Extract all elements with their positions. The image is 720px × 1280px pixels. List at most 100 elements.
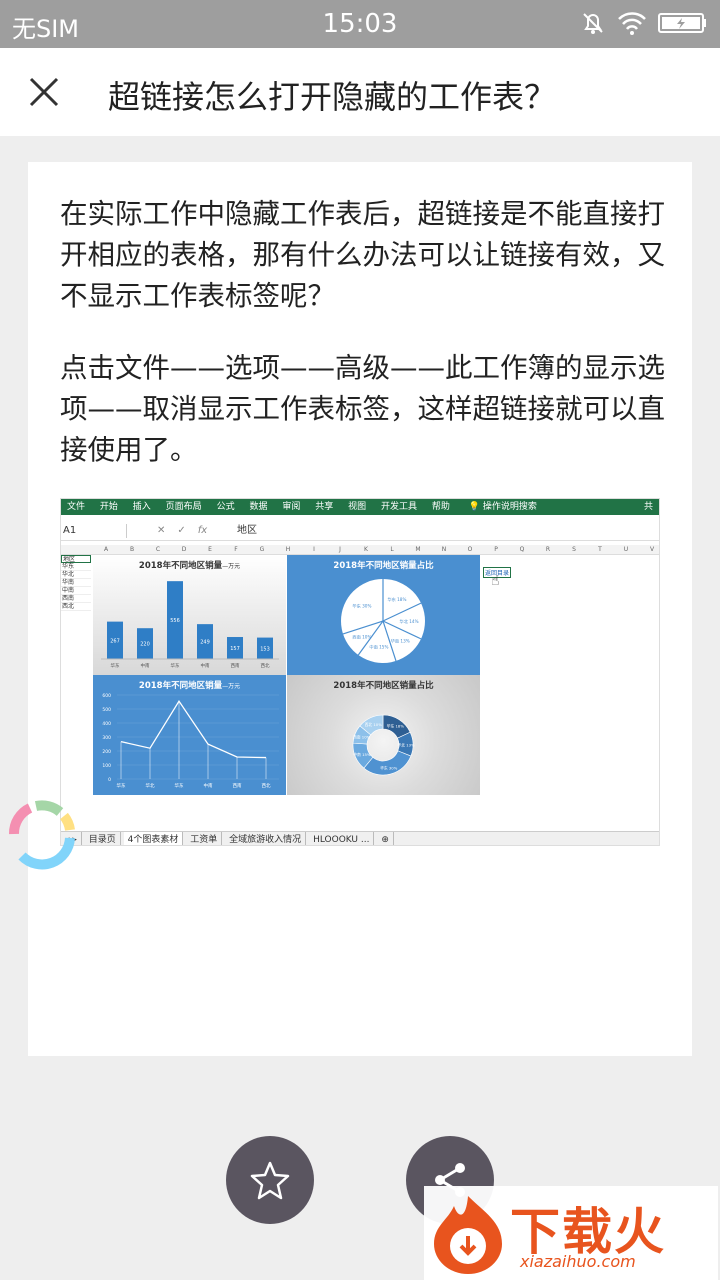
close-button[interactable]	[16, 64, 72, 120]
bar-category-label: 华东	[171, 662, 180, 669]
column-header: S	[572, 546, 576, 553]
column-header: E	[208, 546, 212, 553]
hand-cursor-icon: ☝	[491, 573, 500, 589]
line-category-label: 中南	[204, 782, 213, 789]
bar-category-label: 中南	[201, 662, 210, 669]
sheet-tab[interactable]: 目录页	[85, 832, 121, 845]
row-label: 华北	[61, 571, 91, 579]
mute-icon	[583, 13, 603, 34]
sheet-tab[interactable]: 全域旅游收入情况	[225, 832, 307, 845]
status-icons	[574, 10, 708, 40]
column-header: O	[467, 546, 473, 553]
bar-category-label: 中南	[141, 662, 150, 669]
bar-value-label: 556	[170, 618, 180, 624]
y-tick-label: 300	[102, 735, 111, 741]
bar-value-label: 220	[140, 642, 150, 648]
column-header: B	[129, 546, 135, 553]
sheet-tab[interactable]: HLOOOKU ...	[309, 832, 375, 845]
column-header: A	[103, 546, 109, 553]
column-header: H	[285, 546, 291, 553]
column-header: D	[181, 546, 187, 553]
column-header: M	[415, 546, 421, 553]
ribbon-tab: 视图	[348, 502, 367, 512]
line-category-label: 西南	[233, 782, 242, 789]
sheet-tab-active[interactable]: 4个图表素材	[123, 832, 184, 845]
bar-value-label: 267	[110, 638, 120, 644]
donut-slice-label: 西南 10%	[353, 735, 371, 740]
bar-category-label: 西南	[231, 662, 240, 669]
add-sheet-icon[interactable]: ⊕	[377, 832, 394, 845]
bar-chart-panel: 2018年不同地区销量—万元 267 华东 220 中南 556 华东 249 中南 157 西南…	[93, 555, 286, 675]
column-header: R	[545, 546, 551, 553]
column-header: Q	[519, 546, 525, 553]
y-tick-label: 0	[108, 777, 111, 783]
donut-slice-label: 西北 10%	[365, 722, 383, 727]
line-series	[120, 699, 267, 759]
loader-ring-icon	[9, 800, 75, 870]
row-label: 西北	[61, 603, 91, 611]
column-header: F	[234, 546, 238, 553]
column-header: N	[441, 546, 447, 553]
fx-icon: fx	[197, 525, 208, 536]
pie-slice-label: 华北 14%	[400, 618, 419, 625]
pie-slice-label: 华南 13%	[391, 638, 410, 645]
excel-ribbon: 文件 开始 插入 页面布局 公式 数据 审阅 共享 视图 开发工具 帮助 💡 操…	[61, 499, 659, 515]
ribbon-tab: 公式	[216, 502, 235, 512]
ribbon-tab: 帮助	[431, 502, 450, 512]
donut-slice	[363, 750, 412, 776]
formula-bar: A1 ✕ ✓ fx 地区	[61, 521, 659, 541]
article-card: 在实际工作中隐藏工作表后，超链接是不能直接打开相应的表格，那有什么办法可以让链接…	[28, 162, 692, 1056]
ribbon-tab: 页面布局	[165, 502, 202, 512]
name-box: A1	[61, 524, 127, 538]
app-bar: 超链接怎么打开隐藏的工作表？	[0, 48, 720, 136]
excel-screenshot-image: 文件 开始 插入 页面布局 公式 数据 审阅 共享 视图 开发工具 帮助 💡 操…	[60, 498, 660, 846]
column-header: P	[494, 546, 498, 553]
pie-slice-label: 西南 10%	[352, 633, 371, 640]
floating-loader-widget[interactable]	[0, 790, 84, 874]
row-label: 华南	[61, 579, 91, 587]
ribbon-search-hint: 💡 操作说明搜索	[469, 499, 537, 515]
column-header: J	[339, 546, 341, 553]
y-tick-label: 600	[102, 693, 111, 699]
column-headers: A B C D E F G H I J K L M N O P Q R S T U V	[61, 545, 659, 555]
close-icon	[29, 77, 59, 107]
wifi-icon	[618, 12, 646, 35]
line-category-label: 华北	[146, 782, 155, 789]
ribbon-tab: 审阅	[282, 502, 301, 512]
pie-slice-label: 华东 30%	[352, 603, 371, 610]
column-header: V	[649, 546, 655, 553]
donut-slice-label: 华东 30%	[380, 765, 398, 770]
bar-value-label: 153	[260, 646, 270, 652]
bar-chart: 267 华东 220 中南 556 华东 249 中南 157 西南 153 西北	[101, 581, 279, 669]
column-header: T	[598, 546, 602, 553]
page-title: 超链接怎么打开隐藏的工作表？	[108, 78, 557, 116]
bar-category-label: 西北	[261, 662, 270, 669]
bar-value-label: 249	[200, 640, 210, 646]
row-label: 中南	[61, 587, 91, 595]
watermark-url: xiazaihuo.com	[520, 1252, 636, 1271]
pie-chart: 华东 18% 华北 14% 华南 13%中南 15% 西南 10% 华东 30%	[341, 579, 425, 663]
column-header: K	[364, 546, 368, 553]
formula-icons: ✕ ✓ fx	[157, 524, 219, 538]
watermark-logo-icon	[434, 1196, 502, 1274]
sheet-tabs: ◂ ▸ 目录页 4个图表素材 工资单 全域旅游收入情况 HLOOOKU ... …	[61, 831, 659, 845]
row-label: 地区	[61, 555, 91, 563]
y-tick-label: 500	[102, 707, 111, 713]
ribbon-tab: 文件	[67, 502, 86, 512]
ribbon-tab: 共享	[315, 502, 334, 512]
row-labels: 地区 华东 华北 华南 中南 西南 西北	[61, 555, 91, 611]
cancel-icon: ✕	[157, 525, 166, 536]
article-paragraph: 点击文件——选项——高级——此工作簿的显示选项——取消显示工作表标签，这样超链接…	[60, 352, 665, 466]
line-chart-panel: 2018年不同地区销量—万元 600 500 400 300 200 100 0 华东 华北 华东…	[93, 675, 286, 795]
pie-slice-label: 华东 18%	[387, 596, 406, 603]
row-label: 华东	[61, 563, 91, 571]
ribbon-tab: 插入	[132, 502, 151, 512]
ribbon-share: 共	[643, 502, 653, 512]
favorite-button[interactable]	[226, 1136, 314, 1224]
sheet-tab[interactable]: 工资单	[186, 832, 223, 845]
battery-icon	[658, 13, 706, 33]
article-paragraph: 在实际工作中隐藏工作表后，超链接是不能直接打开相应的表格，那有什么办法可以让链接…	[60, 198, 665, 312]
y-tick-label: 400	[102, 721, 111, 727]
line-category-label: 华东	[175, 782, 184, 789]
donut-chart: 华东 18% 华北 13% 华东 30% 中南 15% 西南 10% 西北 10%	[352, 714, 415, 776]
